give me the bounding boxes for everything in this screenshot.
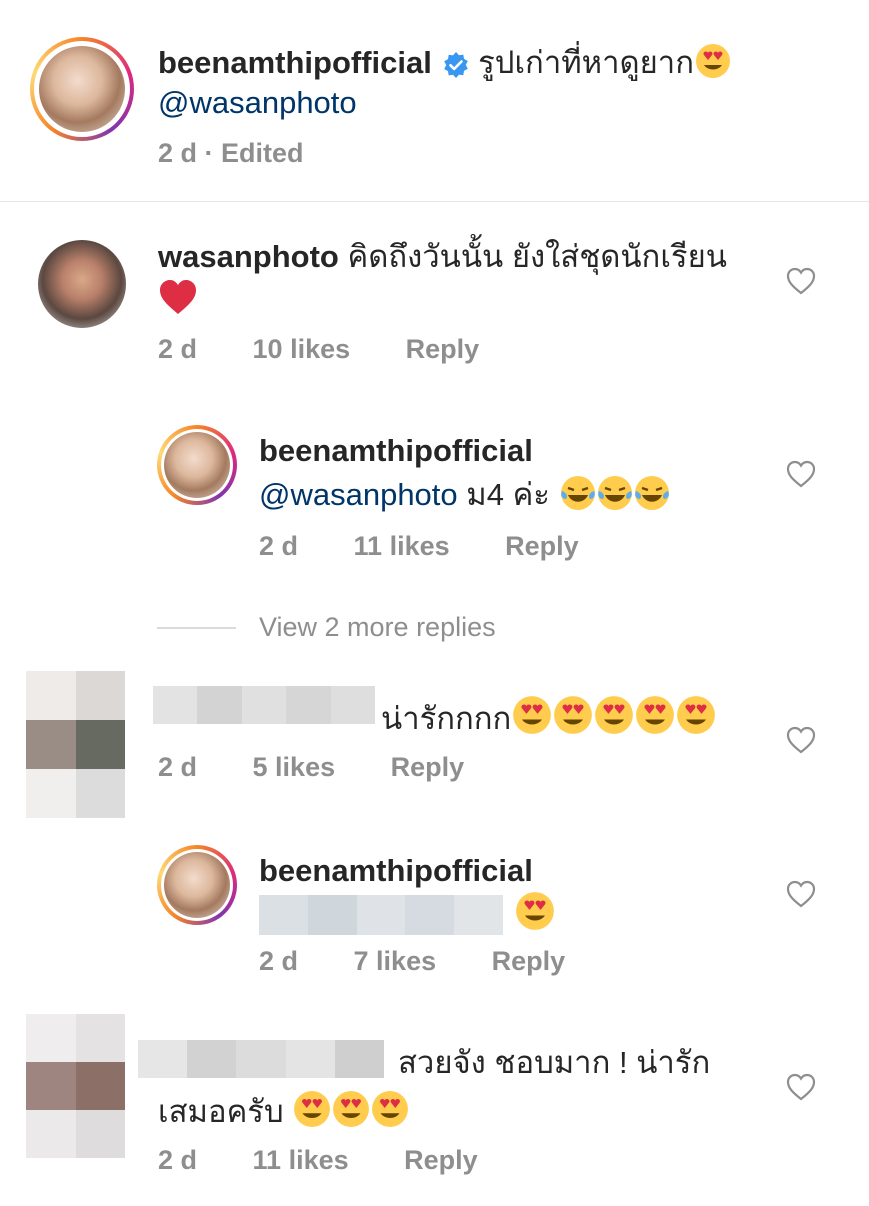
comment-likes[interactable]: 10 likes	[253, 334, 351, 364]
heart-eyes-emoji-icon	[332, 1090, 370, 1139]
reply-button[interactable]: Reply	[505, 531, 579, 561]
like-heart-icon[interactable]	[786, 267, 816, 295]
comment-body: คิดถึงวันนั้น ยังใส่ชุดนักเรียน	[347, 239, 727, 274]
reply-button[interactable]: Reply	[492, 946, 566, 976]
comment-meta: 2 d 11 likes Reply	[158, 1145, 478, 1176]
reply-author-avatar[interactable]	[157, 845, 237, 925]
comment-body: น่ารักกกก	[381, 701, 512, 736]
heart-eyes-emoji-icon	[515, 891, 555, 936]
tears-of-joy-emoji-icon	[560, 475, 596, 522]
comment-text-line2: เสมอครับ	[158, 1090, 409, 1139]
comment-text: wasanphoto คิดถึงวันนั้น ยังใส่ชุดนักเรี…	[158, 236, 727, 278]
comment-meta: 2 d 10 likes Reply	[158, 334, 479, 365]
comment-body-line2: เสมอครับ	[158, 1094, 284, 1129]
comment-body: สวยจัง ชอบมาก ! น่ารัก	[398, 1045, 711, 1080]
reply-author-username[interactable]: beenamthipofficial	[259, 430, 533, 472]
blurred-mention[interactable]	[259, 895, 503, 935]
blurred-avatar[interactable]	[26, 1014, 125, 1158]
heart-eyes-emoji-icon	[695, 43, 731, 90]
reply-button[interactable]: Reply	[406, 334, 480, 364]
reply-meta: 2 d 11 likes Reply	[259, 531, 579, 562]
comment-meta: 2 d 5 likes Reply	[158, 752, 464, 783]
header-divider	[0, 201, 869, 202]
reply-time: 2 d	[259, 531, 299, 561]
post-author-username[interactable]: beenamthipofficial	[158, 45, 432, 80]
heart-eyes-emoji-icon	[293, 1090, 331, 1139]
blurred-avatar[interactable]	[26, 671, 125, 818]
reply-text: @wasanphoto ม4 ค่ะ	[259, 474, 670, 522]
heart-eyes-emoji-icon	[512, 695, 552, 746]
comment-time: 2 d	[158, 334, 198, 364]
heart-eyes-emoji-icon	[594, 695, 634, 746]
reply-body: ม4 ค่ะ	[466, 477, 550, 512]
heart-eyes-emoji-icon	[676, 695, 716, 746]
view-replies-line	[157, 627, 236, 629]
reply-button[interactable]: Reply	[391, 752, 465, 782]
commenter-username[interactable]: wasanphoto	[158, 239, 339, 274]
comment-likes[interactable]: 11 likes	[253, 1145, 349, 1175]
like-heart-icon[interactable]	[786, 726, 816, 754]
like-heart-icon[interactable]	[786, 460, 816, 488]
verified-badge-icon	[442, 48, 470, 90]
reply-mention[interactable]: @wasanphoto	[259, 477, 458, 512]
red-heart-emoji-icon	[158, 278, 198, 321]
commenter-avatar[interactable]	[38, 240, 126, 328]
heart-eyes-emoji-icon	[371, 1090, 409, 1139]
blurred-username[interactable]	[138, 1040, 385, 1078]
post-author-avatar[interactable]	[30, 37, 134, 141]
tears-of-joy-emoji-icon	[634, 475, 670, 522]
reply-author-avatar[interactable]	[157, 425, 237, 505]
post-meta: 2 d · Edited	[158, 138, 304, 168]
comment-likes[interactable]: 5 likes	[253, 752, 336, 782]
comment-time: 2 d	[158, 752, 198, 782]
reply-time: 2 d	[259, 946, 299, 976]
reply-meta: 2 d 7 likes Reply	[259, 946, 565, 977]
view-more-replies-button[interactable]: View 2 more replies	[259, 612, 496, 643]
like-heart-icon[interactable]	[786, 1073, 816, 1101]
comment-time: 2 d	[158, 1145, 198, 1175]
blurred-username[interactable]	[153, 686, 376, 724]
post-caption-mention[interactable]: @wasanphoto	[158, 82, 357, 124]
post-caption-text: รูปเก่าที่หาดูยาก	[478, 45, 694, 80]
comment-text: น่ารักกกก	[381, 695, 716, 746]
post-time: 2 d	[158, 138, 198, 168]
reply-likes[interactable]: 11 likes	[354, 531, 450, 561]
reply-author-username[interactable]: beenamthipofficial	[259, 850, 533, 892]
reply-button[interactable]: Reply	[404, 1145, 478, 1175]
heart-eyes-emoji-icon	[635, 695, 675, 746]
reply-likes[interactable]: 7 likes	[354, 946, 437, 976]
like-heart-icon[interactable]	[786, 880, 816, 908]
post-edited-label: Edited	[221, 138, 304, 168]
tears-of-joy-emoji-icon	[597, 475, 633, 522]
heart-eyes-emoji-icon	[553, 695, 593, 746]
